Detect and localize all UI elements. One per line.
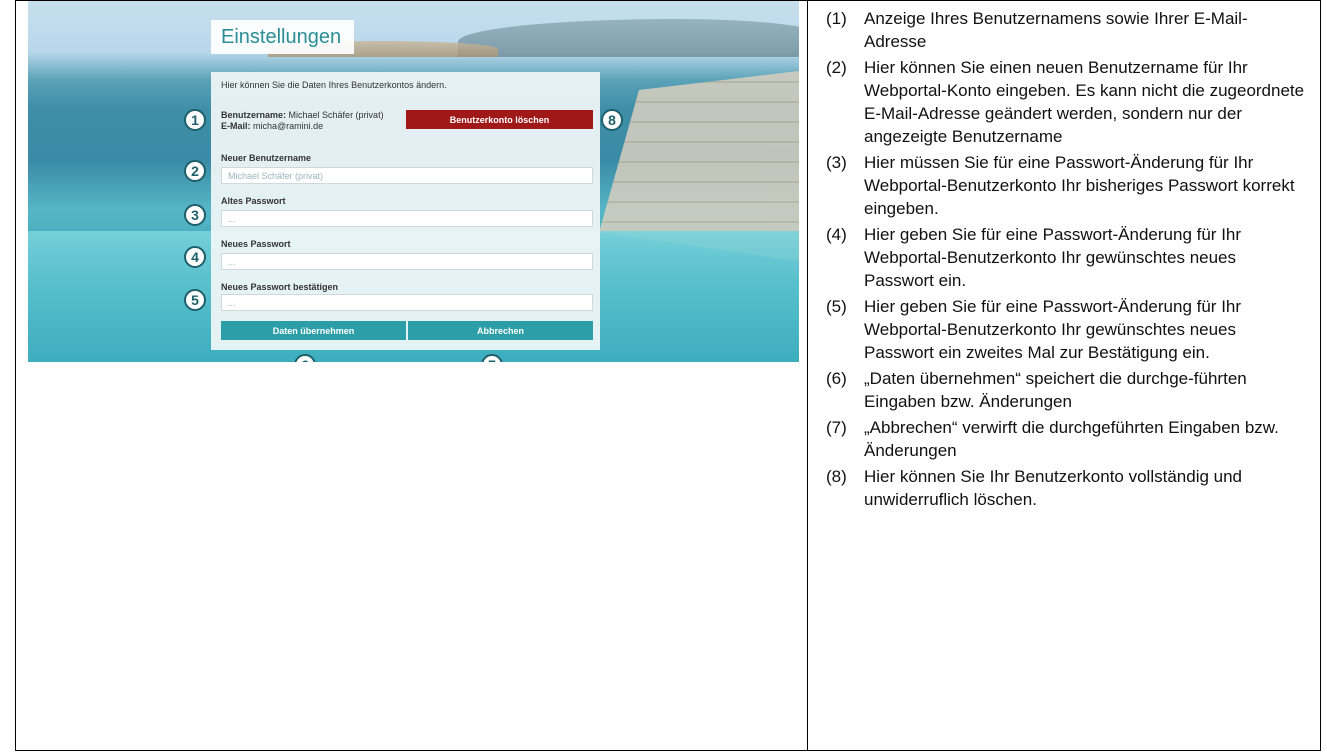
legend-item: (2) Hier können Sie einen neuen Benutzern… <box>812 56 1317 148</box>
new-password-label: Neues Passwort <box>221 239 291 249</box>
legend-list: (1) Anzeige Ihres Benutzernamens sowie Ih… <box>812 7 1317 514</box>
legend-number: (8) <box>826 467 847 486</box>
legend-text: „Daten übernehmen“ speichert die durchge… <box>864 369 1247 411</box>
legend-number: (5) <box>826 297 847 316</box>
intro-text: Hier können Sie die Daten Ihres Benutzer… <box>221 80 447 90</box>
cancel-button[interactable]: Abbrechen <box>408 321 593 340</box>
email-label: E-Mail: <box>221 121 251 131</box>
legend-number: (2) <box>826 58 847 77</box>
legend-text: Hier geben Sie für eine Passwort-Änderun… <box>864 297 1242 362</box>
legend-item: (3) Hier müssen Sie für eine Passwort-Änd… <box>812 151 1317 220</box>
marker-1: 1 <box>184 109 206 131</box>
legend-text: Hier können Sie einen neuen Benutzername… <box>864 58 1305 146</box>
username-row: Benutzername: Michael Schäfer (privat) <box>221 110 384 121</box>
legend-text: Hier können Sie Ihr Benutzerkonto vollst… <box>864 467 1243 509</box>
username-label: Benutzername: <box>221 110 287 120</box>
column-divider <box>807 1 808 750</box>
marker-5: 5 <box>184 289 206 311</box>
page-title: Einstellungen <box>211 20 354 54</box>
legend-text: Hier geben Sie für eine Passwort-Änderun… <box>864 225 1242 290</box>
legend-item: (4) Hier geben Sie für eine Passwort-Ände… <box>812 223 1317 292</box>
legend-text: Anzeige Ihres Benutzernamens sowie Ihrer… <box>864 9 1248 51</box>
new-username-label: Neuer Benutzername <box>221 153 312 163</box>
marker-3: 3 <box>184 204 206 226</box>
confirm-password-label: Neues Passwort bestätigen <box>221 282 339 292</box>
marker-4: 4 <box>184 246 206 268</box>
legend-number: (4) <box>826 225 847 244</box>
username-value: Michael Schäfer (privat) <box>288 110 384 120</box>
settings-card: Hier können Sie die Daten Ihres Benutzer… <box>211 72 600 350</box>
legend-number: (6) <box>826 369 847 388</box>
legend-number: (1) <box>826 9 847 28</box>
legend-item: (1) Anzeige Ihres Benutzernamens sowie Ih… <box>812 7 1317 53</box>
marker-8: 8 <box>601 109 623 131</box>
confirm-password-input[interactable]: ... <box>221 294 593 311</box>
new-password-input[interactable]: ... <box>221 253 593 270</box>
legend-text: Hier müssen Sie für eine Passwort-Änderu… <box>864 153 1295 218</box>
settings-screenshot: Einstellungen Hier können Sie die Daten … <box>28 1 799 362</box>
marker-2: 2 <box>184 160 206 182</box>
old-password-input[interactable]: ... <box>221 210 593 227</box>
old-password-label: Altes Passwort <box>221 196 286 206</box>
background-mountain <box>458 19 799 57</box>
account-info: Benutzername: Michael Schäfer (privat) E… <box>221 110 384 132</box>
legend-item: (5) Hier geben Sie für eine Passwort-Ände… <box>812 295 1317 364</box>
legend-number: (3) <box>826 153 847 172</box>
legend-item: (7) „Abbrechen“ verwirft die durchgeführt… <box>812 416 1317 462</box>
save-button[interactable]: Daten übernehmen <box>221 321 406 340</box>
legend-item: (8) Hier können Sie Ihr Benutzerkonto vol… <box>812 465 1317 511</box>
legend-number: (7) <box>826 418 847 437</box>
new-username-input[interactable]: Michael Schäfer (privat) <box>221 167 593 184</box>
legend-text: „Abbrechen“ verwirft die durchgeführten … <box>864 418 1279 460</box>
email-value: micha@ramini.de <box>253 121 324 131</box>
delete-account-button[interactable]: Benutzerkonto löschen <box>406 110 593 129</box>
legend-item: (6) „Daten übernehmen“ speichert die durc… <box>812 367 1317 413</box>
documentation-frame: Einstellungen Hier können Sie die Daten … <box>15 0 1321 751</box>
email-row: E-Mail: micha@ramini.de <box>221 121 384 132</box>
